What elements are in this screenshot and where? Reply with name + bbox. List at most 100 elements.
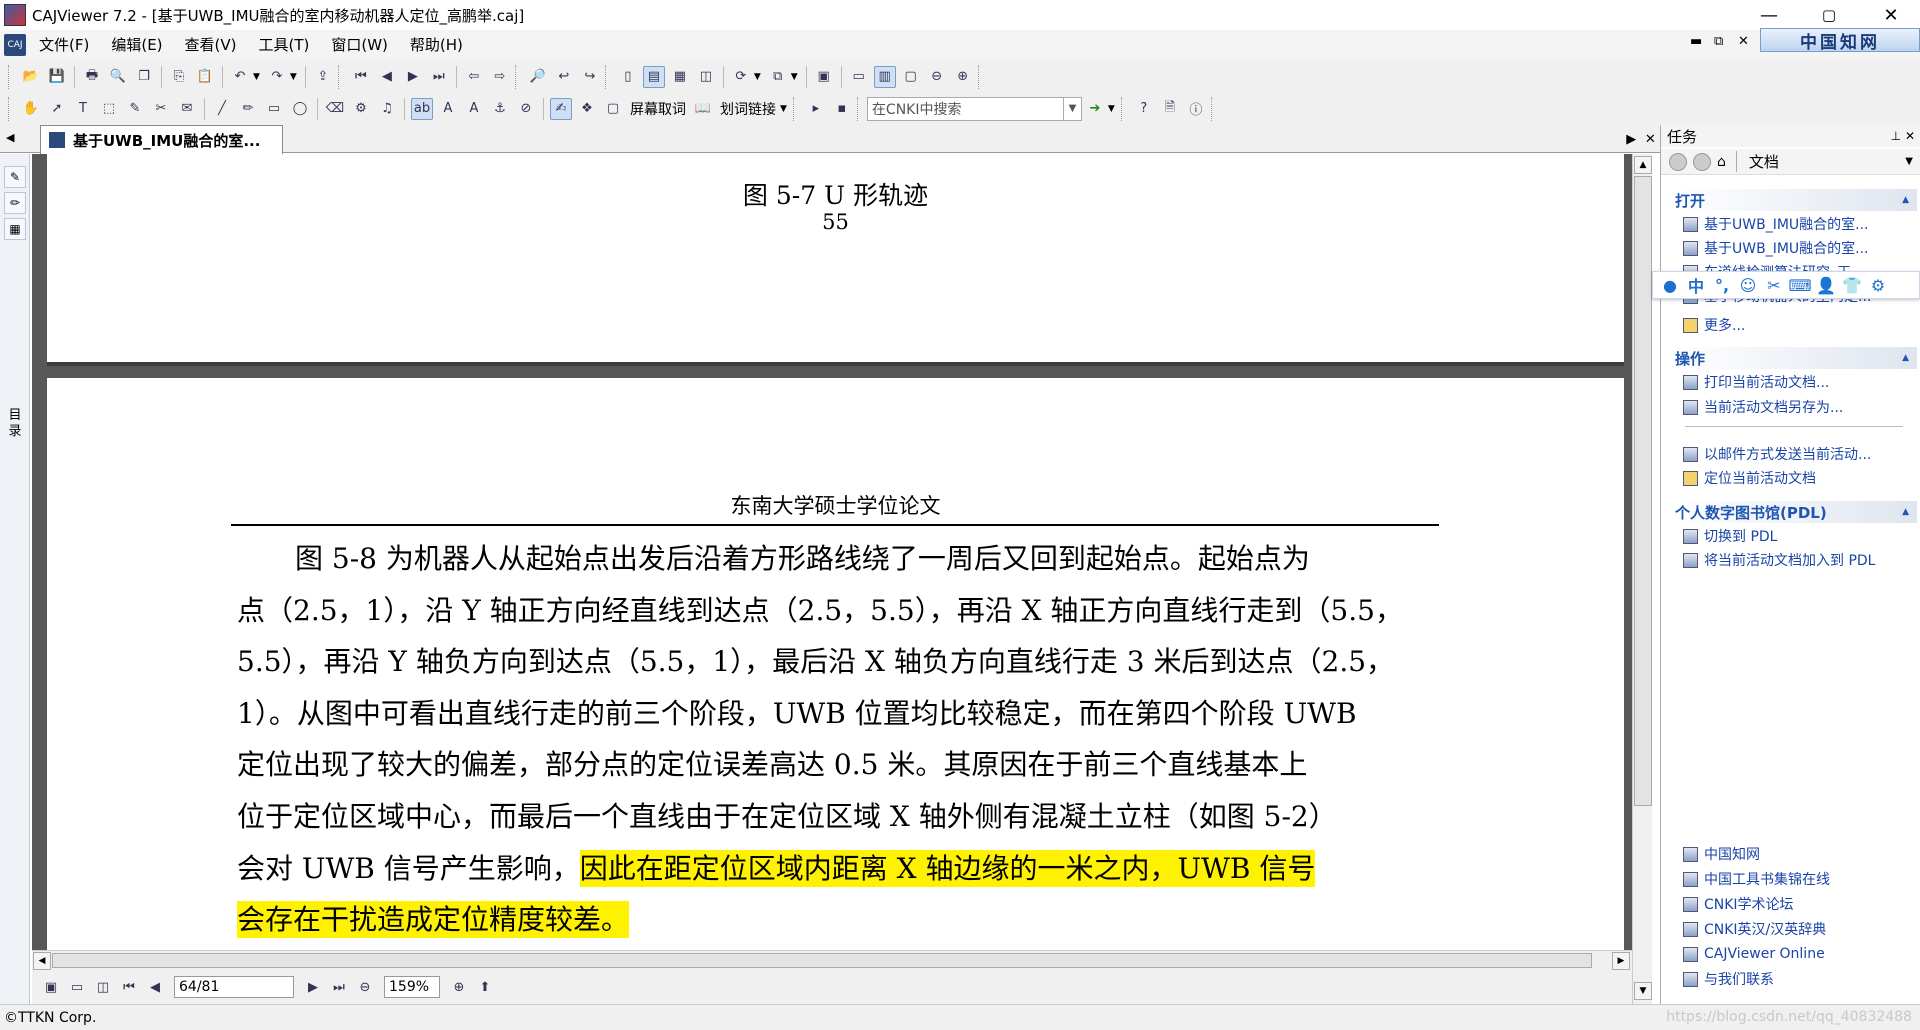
highlight-tool-icon[interactable]: ab (411, 97, 433, 120)
locate-doc-link[interactable]: 定位当前活动文档 (1683, 467, 1816, 489)
cnki-search-input[interactable]: 在CNKI中搜索 ▼ (866, 96, 1082, 121)
about-icon[interactable]: ⓘ (1185, 98, 1207, 120)
word-link-icon[interactable]: 📖 (692, 98, 714, 120)
menu-file[interactable]: 文件(F) (28, 32, 100, 58)
skin-icon[interactable]: 👕 (1839, 274, 1865, 296)
pin-close-icon[interactable]: ⊥ ✕ (1891, 129, 1915, 143)
menu-tools[interactable]: 工具(T) (248, 32, 321, 58)
document-viewport[interactable]: 图 5-7 U 形轨迹 55 东南大学硕士学位论文 图 5-8 为机器人从起始点… (32, 154, 1632, 950)
help-icon[interactable]: ? (1133, 98, 1155, 120)
user-icon[interactable]: 👤 (1813, 274, 1839, 296)
ime-lang-toggle[interactable]: 中 (1683, 274, 1709, 296)
scroll-right-icon[interactable]: ▶ (1612, 952, 1630, 970)
export-icon[interactable]: ⇪ (312, 66, 334, 88)
toolbar-grip[interactable] (337, 64, 346, 89)
rotate-dropdown-icon[interactable]: ▼ (754, 72, 761, 82)
zoom-in-icon[interactable]: ⊕ (448, 976, 470, 998)
highlight-annotation[interactable]: 因此在距定位区域内距离 X 轴边缘的一米之内，UWB 信号 (579, 849, 1316, 887)
save-icon[interactable]: 💾 (46, 66, 68, 88)
tab-document[interactable]: 基于UWB_IMU融合的室... (40, 125, 283, 154)
first-page-icon[interactable]: ⏮ (350, 66, 372, 88)
tab-scroll-right-icon[interactable]: ▶ (1626, 132, 1636, 147)
layout-dropdown-icon[interactable]: ▼ (791, 72, 798, 82)
toolbar-grip[interactable] (977, 64, 986, 89)
menu-edit[interactable]: 编辑(E) (100, 32, 173, 58)
play-icon[interactable]: ▸ (805, 98, 827, 120)
toolbar-grip[interactable] (792, 96, 801, 121)
collapse-icon[interactable]: ▲ (1902, 507, 1909, 517)
print-preview-icon[interactable]: 🔍 (107, 66, 129, 88)
two-page-view-icon[interactable]: ◫ (92, 976, 114, 998)
section-ops-header[interactable]: 操作 ▲ (1671, 347, 1917, 369)
web-link[interactable]: CNKI英汉/汉英辞典 (1683, 918, 1826, 940)
line-tool-icon[interactable]: ╱ (211, 98, 233, 120)
screen-word-button[interactable]: 屏幕取词 (626, 99, 690, 119)
next-page-icon[interactable]: ▶ (302, 976, 324, 998)
scroll-left-icon[interactable]: ◀ (33, 952, 51, 970)
more-files-link[interactable]: 更多... (1683, 314, 1745, 336)
back-icon[interactable]: ⇦ (463, 66, 485, 88)
tab-scroll-left-icon[interactable]: ◀ (6, 131, 14, 144)
hand-tool-icon[interactable]: ✋ (20, 98, 42, 120)
section-pdl-header[interactable]: 个人数字图书馆(PDL) ▲ (1671, 501, 1917, 523)
paste-icon[interactable]: 📋 (194, 66, 216, 88)
image-select-icon[interactable]: ⬚ (98, 98, 120, 120)
scroll-down-icon[interactable]: ▼ (1634, 982, 1652, 1000)
recent-file-link[interactable]: 基于UWB_IMU融合的室... (1683, 237, 1869, 259)
highlight-annotation[interactable]: 会存在干扰造成定位精度较差。 (237, 901, 630, 939)
toolbar-grip[interactable] (1120, 96, 1129, 121)
open-icon[interactable]: 📂 (20, 66, 42, 88)
stamp-icon[interactable]: ⚙ (350, 98, 372, 120)
strikeout-icon[interactable]: A (437, 98, 459, 120)
note-icon[interactable]: ✉ (176, 98, 198, 120)
zoom-out-icon[interactable]: ⊖ (926, 66, 948, 88)
copy-pages-icon[interactable]: ❐ (133, 66, 155, 88)
scroll-up-icon[interactable]: ▲ (1634, 156, 1652, 174)
fullscreen-icon[interactable]: ▣ (813, 66, 835, 88)
toolbar-grip[interactable] (8, 96, 16, 121)
rotate-icon[interactable]: ⟳ (730, 66, 752, 88)
word-link-dropdown-icon[interactable]: ▼ (780, 104, 787, 114)
last-page-icon[interactable]: ⏭ (328, 976, 350, 998)
multi-page-icon[interactable]: ▦ (669, 66, 691, 88)
single-page-view-icon[interactable]: ▣ (40, 976, 62, 998)
collapse-icon[interactable]: ▲ (1902, 195, 1909, 205)
tools-icon[interactable]: ✂ (1761, 274, 1787, 296)
app-icon[interactable] (4, 4, 26, 26)
anchor-icon[interactable]: ⚓ (489, 98, 511, 120)
task-pane-section-select[interactable]: 文档 (1735, 151, 1905, 172)
gear-icon[interactable]: ⚙ (1865, 274, 1891, 296)
menu-help[interactable]: 帮助(H) (399, 32, 474, 58)
pencil-tool-icon[interactable]: ✏ (237, 98, 259, 120)
ime-punct-toggle[interactable]: °, (1709, 274, 1735, 296)
ime-logo-icon[interactable]: ● (1657, 274, 1683, 296)
toolbar-grip[interactable] (604, 64, 613, 89)
word-link-button[interactable]: 划词链接 (716, 99, 780, 119)
print-icon[interactable]: 🖶 (81, 66, 103, 88)
toolbar-grip[interactable] (1210, 96, 1219, 121)
add-to-pdl-link[interactable]: 将当前活动文档加入到 PDL (1683, 549, 1875, 571)
page-view-icon[interactable]: ▭ (66, 976, 88, 998)
last-page-icon[interactable]: ⏭ (428, 66, 450, 88)
text-mode-icon[interactable]: ✍ (550, 97, 572, 120)
maximize-button[interactable]: ▢ (1800, 0, 1858, 30)
save-as-link[interactable]: 当前活动文档另存为... (1683, 396, 1843, 418)
body-paragraph[interactable]: 图 5-8 为机器人从起始点出发后沿着方形路线绕了一周后又回到起始点。起始点为 … (237, 533, 1437, 946)
screen-word-icon[interactable]: ▢ (602, 98, 624, 120)
mdi-close-button[interactable]: ✕ (1738, 34, 1749, 49)
fit-width-icon[interactable]: ▥ (873, 65, 896, 88)
chevron-down-icon[interactable]: ▼ (1905, 156, 1913, 167)
ime-toolbar[interactable]: ● 中 °, ☺ ✂ ⌨ 👤 👕 ⚙ (1652, 271, 1920, 299)
next-page-icon[interactable]: ▶ (402, 66, 424, 88)
web-link[interactable]: 与我们联系 (1683, 968, 1774, 990)
zoom-in-icon[interactable]: ⊕ (952, 66, 974, 88)
facing-page-icon[interactable]: ◫ (695, 66, 717, 88)
underline-icon[interactable]: A (463, 98, 485, 120)
tab-close-icon[interactable]: ✕ (1645, 132, 1656, 147)
layout-icon[interactable]: ⧉ (767, 66, 789, 88)
redo-dropdown-icon[interactable]: ▼ (290, 72, 297, 82)
back-icon[interactable] (1669, 152, 1687, 171)
toolbar-grip[interactable] (8, 64, 16, 89)
marker-icon[interactable]: ✏ (4, 192, 26, 214)
web-link[interactable]: 中国工具书集锦在线 (1683, 868, 1830, 890)
